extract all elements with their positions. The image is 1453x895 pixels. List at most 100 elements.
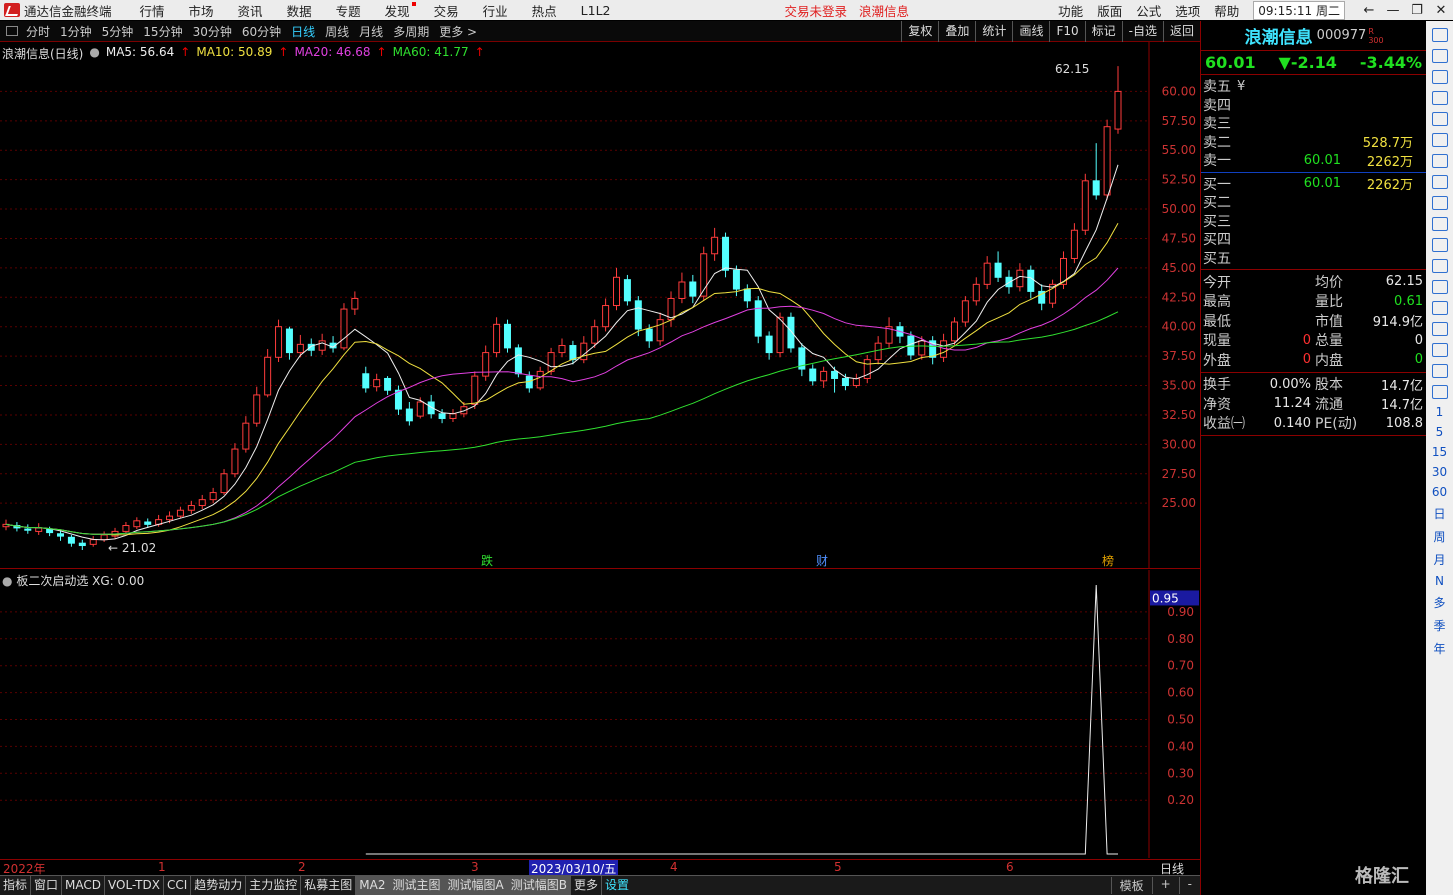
candle-body (754, 300, 762, 337)
quote-list-icon[interactable] (1431, 70, 1448, 84)
tab-vol-tdx[interactable]: VOL-TDX (105, 876, 164, 895)
period-btn-1[interactable]: 1 (1436, 405, 1444, 419)
period-btn-month[interactable]: 月 (1433, 551, 1445, 568)
period-btn-60[interactable]: 60 (1432, 485, 1447, 499)
period-60min[interactable]: 60分钟 (242, 23, 281, 40)
tab-private-main[interactable]: 私募主图 (301, 876, 357, 895)
dollar-icon[interactable] (1431, 322, 1448, 336)
menu-item-topics[interactable]: 专题 (336, 1, 361, 20)
fz-icon[interactable] (1431, 238, 1448, 252)
panel-toggle-icon[interactable] (6, 26, 18, 36)
period-monthly[interactable]: 月线 (359, 23, 383, 40)
grid-icon[interactable] (1431, 196, 1448, 210)
ind-tick-label: 0.80 (1167, 632, 1194, 646)
period-intraday[interactable]: 分时 (26, 23, 50, 40)
candlestick-chart[interactable]: 60.00 57.50 55.00 52.50 50.00 47.50 45.00 42.50… (0, 42, 1200, 569)
tab-trend-power[interactable]: 趋势动力 (191, 876, 247, 895)
menu-item-market[interactable]: 市场 (189, 1, 214, 20)
menu-item-quotes[interactable]: 行情 (140, 1, 165, 20)
tab-cci[interactable]: CCI (164, 876, 192, 895)
period-30min[interactable]: 30分钟 (193, 23, 232, 40)
zoom-out-button[interactable]: - (1178, 877, 1200, 894)
menu-item-industry[interactable]: 行业 (483, 1, 508, 20)
menu-item-data[interactable]: 数据 (287, 1, 312, 20)
f5-icon[interactable] (1431, 364, 1448, 378)
scroll-down-icon[interactable] (1431, 49, 1448, 63)
minimize-icon[interactable]: — (1381, 3, 1405, 18)
period-multi[interactable]: 多周期 (393, 23, 429, 40)
period-daily[interactable]: 日线 (291, 23, 315, 40)
menu-item-function[interactable]: 功能 (1058, 1, 1083, 20)
tab-more[interactable]: 更多 (571, 876, 602, 895)
tool-adjust[interactable]: 复权 (901, 21, 938, 42)
menu-item-options[interactable]: 选项 (1175, 1, 1200, 20)
tab-test-main[interactable]: 测试主图 (389, 876, 445, 895)
back-arrow-icon[interactable]: ← (1357, 3, 1381, 18)
scroll-up-icon[interactable] (1431, 28, 1448, 42)
menu-item-discover[interactable]: 发现 (385, 1, 416, 20)
tool-statistics[interactable]: 统计 (975, 21, 1012, 42)
tab-main-monitor[interactable]: 主力监控 (246, 876, 302, 895)
f10-icon[interactable] (1431, 175, 1448, 189)
tool-watchlist[interactable]: -自选 (1121, 21, 1163, 42)
date-axis: 2022年 1 2 3 2023/03/10/五 4 5 6 日线 (0, 859, 1200, 877)
menu-item-layout[interactable]: 版面 (1097, 1, 1122, 20)
menu-item-news[interactable]: 资讯 (238, 1, 263, 20)
ind-toggle-icon[interactable]: ● (2, 574, 12, 588)
move-icon[interactable] (1431, 343, 1448, 357)
menu-item-help[interactable]: 帮助 (1214, 1, 1239, 20)
tab-test-sub-b[interactable]: 测试幅图B (507, 876, 571, 895)
tab-ma2[interactable]: MA2 (356, 876, 390, 895)
period-5min[interactable]: 5分钟 (102, 23, 134, 40)
menu-item-l1l2[interactable]: L1L2 (581, 3, 611, 18)
period-btn-multi[interactable]: 多 (1433, 594, 1445, 611)
line-chart-icon[interactable] (1431, 112, 1448, 126)
candle-body (285, 328, 293, 354)
tool-overlay[interactable]: 叠加 (938, 21, 975, 42)
table-icon[interactable] (1431, 91, 1448, 105)
legend-toggle-icon[interactable]: ● (89, 45, 99, 62)
period-btn-year[interactable]: 年 (1433, 640, 1445, 657)
tool-f10[interactable]: F10 (1049, 21, 1084, 42)
tab-settings[interactable]: 设置 (602, 876, 632, 895)
tab-macd[interactable]: MACD (62, 876, 106, 895)
tool-back[interactable]: 返回 (1162, 21, 1200, 42)
tab-window[interactable]: 窗口 (31, 876, 63, 895)
template-button[interactable]: 模板 (1110, 877, 1152, 894)
candle-body (732, 269, 740, 290)
chart-tools: 复权 叠加 统计 画线 F10 标记 -自选 返回 (901, 21, 1200, 42)
candle-chart-icon[interactable] (1431, 133, 1448, 147)
stock-name-link[interactable]: 浪潮信息 (859, 1, 909, 20)
page-icon[interactable] (1431, 385, 1448, 399)
wave-icon[interactable] (1431, 280, 1448, 294)
doc-icon[interactable] (1431, 217, 1448, 231)
rsi-icon[interactable] (1431, 301, 1448, 315)
period-btn-day[interactable]: 日 (1433, 505, 1445, 522)
event-marker: 财 (816, 554, 828, 568)
indicator-chart[interactable]: 0.90 0.80 0.70 0.60 0.50 0.40 0.30 0.20 0.95 (0, 570, 1200, 858)
close-icon[interactable]: ✕ (1429, 3, 1453, 18)
trade-login-alert[interactable]: 交易未登录 (785, 1, 848, 20)
price-tick-label: 25.00 (1162, 496, 1196, 510)
menu-item-hot[interactable]: 热点 (532, 1, 557, 20)
tool-mark[interactable]: 标记 (1084, 21, 1122, 42)
zoom-in-button[interactable]: + (1151, 877, 1179, 894)
pie-icon[interactable] (1431, 259, 1448, 273)
period-btn-quarter[interactable]: 季 (1433, 617, 1445, 634)
period-more[interactable]: 更多 > (439, 23, 477, 40)
period-1min[interactable]: 1分钟 (60, 23, 92, 40)
restore-icon[interactable]: ❐ (1405, 3, 1429, 18)
menu-item-formula[interactable]: 公式 (1136, 1, 1161, 20)
period-weekly[interactable]: 周线 (325, 23, 349, 40)
period-btn-30[interactable]: 30 (1432, 465, 1447, 479)
tab-test-sub-a[interactable]: 测试幅图A (444, 876, 508, 895)
period-15min[interactable]: 15分钟 (143, 23, 182, 40)
period-btn-week[interactable]: 周 (1433, 528, 1445, 545)
period-btn-15[interactable]: 15 (1432, 445, 1447, 459)
period-btn-5[interactable]: 5 (1436, 425, 1444, 439)
period-btn-n[interactable]: N (1435, 574, 1444, 588)
tool-draw[interactable]: 画线 (1012, 21, 1049, 42)
window-icon[interactable] (1431, 154, 1448, 168)
menu-item-trade[interactable]: 交易 (434, 1, 459, 20)
tab-indicators[interactable]: 指标 (0, 876, 32, 895)
